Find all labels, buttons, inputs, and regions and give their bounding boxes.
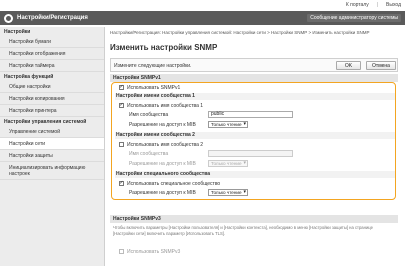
use-snmpv3-row[interactable]: Использовать SNMPv3 <box>119 248 180 255</box>
highlight-frame <box>111 82 396 200</box>
settings-logo-icon <box>4 13 13 23</box>
logout-link[interactable]: Выход <box>386 2 401 8</box>
top-links: К порталу | Выход <box>346 1 401 9</box>
use-snmpv3-label: Использовать SNMPv3 <box>127 248 181 255</box>
page-title: Изменить настройки SNMP <box>110 43 218 52</box>
description-text: Измените следующие настройки. <box>114 63 192 69</box>
sidebar-item-security[interactable]: Настройки защиты <box>0 150 104 162</box>
sidebar-item-network[interactable]: Настройки сети <box>0 138 104 150</box>
portal-link[interactable]: К порталу <box>346 2 369 8</box>
snmpv3-section-title: Настройки SNMPv3 <box>110 215 398 223</box>
sidebar-item-timer[interactable]: Настройки таймера <box>0 60 104 72</box>
app-title: Настройки/Регистрация <box>17 15 88 21</box>
sidebar-item-common[interactable]: Общие настройки <box>0 81 104 93</box>
main-content: Настройки/Регистрация: Настройки управле… <box>107 27 405 266</box>
sidebar-section-title: Настройки управления системой <box>4 119 87 125</box>
snmpv1-section-title: Настройки SNMPv1 <box>110 74 398 82</box>
top-bar: К порталу | Выход Настройки/Регистрация … <box>0 0 405 27</box>
admin-message-link[interactable]: Сообщение администратору системы <box>307 14 401 22</box>
separator: | <box>376 2 379 8</box>
action-bar: Измените следующие настройки. OK Отмена <box>110 58 398 72</box>
breadcrumb: Настройки/Регистрация: Настройки управле… <box>110 30 370 35</box>
ok-button[interactable]: OK <box>336 61 361 70</box>
sidebar-section-title: Настройки <box>4 29 31 35</box>
sidebar-item-display[interactable]: Настройки отображения <box>0 48 104 60</box>
sidebar-item-init-settings[interactable]: Инициализировать информацию настроек <box>0 162 104 180</box>
use-snmpv3-checkbox[interactable] <box>119 249 124 254</box>
sidebar-item-printer[interactable]: Настройки принтера <box>0 105 104 117</box>
cancel-button[interactable]: Отмена <box>366 61 396 70</box>
snmpv3-note: Чтобы включить параметры [Настройки поль… <box>113 225 373 236</box>
sidebar-section-title: Настройка функций <box>4 74 54 80</box>
sidebar-item-system-management[interactable]: Управление системой <box>0 126 104 138</box>
sidebar: Настройки Настройки бумаги Настройки ото… <box>0 27 105 266</box>
app-header: Настройки/Регистрация Сообщение админист… <box>0 11 405 25</box>
sidebar-item-paper[interactable]: Настройки бумаги <box>0 36 104 48</box>
sidebar-item-copy[interactable]: Настройки копирования <box>0 93 104 105</box>
